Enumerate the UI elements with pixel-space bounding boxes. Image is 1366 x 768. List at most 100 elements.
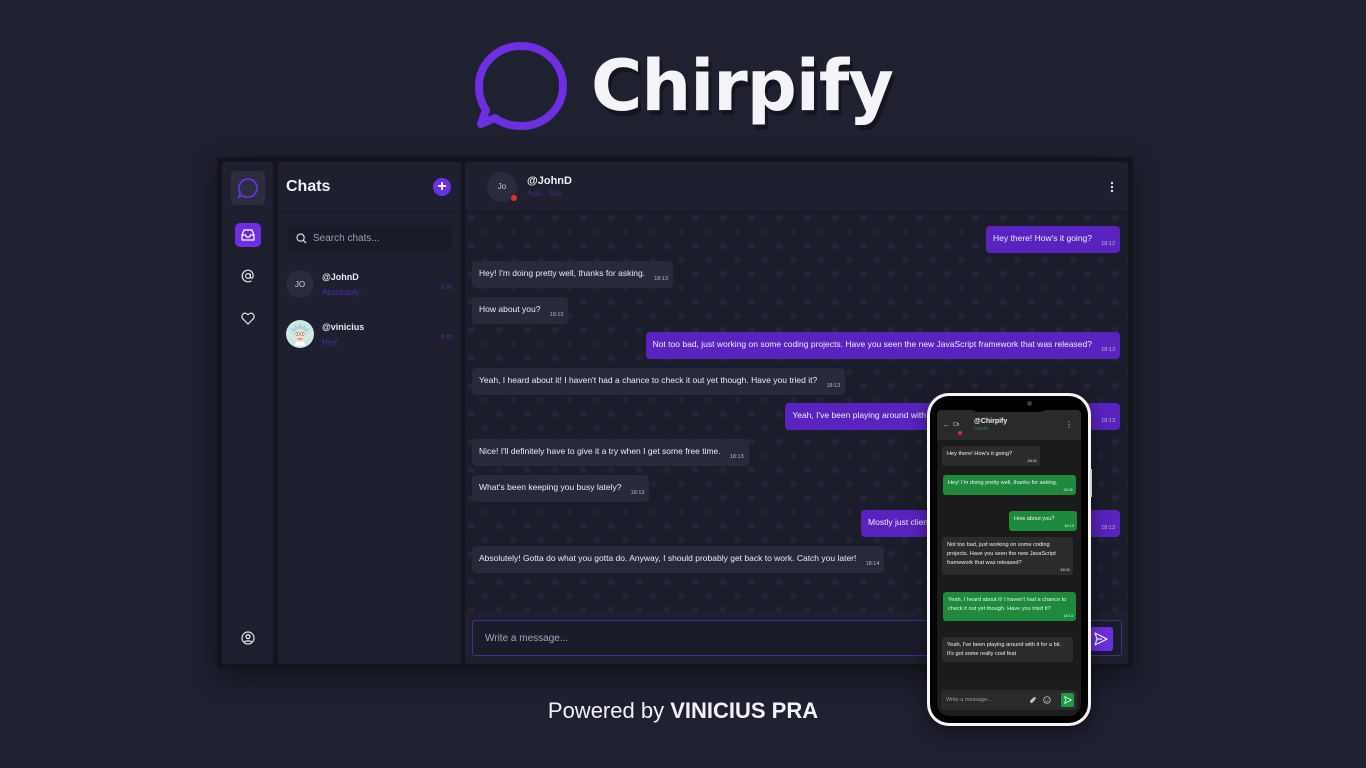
message-time: 18:13	[654, 276, 669, 282]
message-bubble-outgoing: Hey! I'm doing pretty well, thanks for a…	[943, 475, 1076, 495]
status-dot	[958, 430, 962, 435]
chirpify-logo-icon	[475, 42, 568, 130]
message-text: Absolutely! Gotta do what you gotta do. …	[479, 553, 857, 563]
message-time: 18:13	[826, 383, 841, 389]
message-time: 18:13	[1101, 347, 1115, 353]
nav-favorites-button[interactable]	[235, 306, 261, 330]
chat-meta: @vinicius Hey!	[322, 322, 440, 347]
message-bubble-outgoing: Hey there! How's it going? 18:12	[986, 226, 1120, 253]
nav-mentions-button[interactable]	[235, 264, 261, 288]
avatar[interactable]: Ch	[953, 418, 968, 435]
phone-notch	[969, 396, 1049, 412]
avatar	[286, 320, 314, 348]
message-text: Not too bad, just working on some coding…	[947, 542, 1056, 566]
message-bubble-incoming: Absolutely! Gotta do what you gotta do. …	[472, 546, 885, 573]
search-input[interactable]	[313, 232, 443, 244]
message-text: Hey! I'm doing pretty well, thanks for a…	[479, 268, 646, 278]
brand-title: Chirpify	[591, 45, 894, 127]
chat-list-item[interactable]: JO @JohnD Absolutely... 1 m	[286, 264, 452, 304]
at-sign-icon	[241, 269, 254, 283]
message-time: 18:13	[549, 312, 564, 318]
message-text: What's been keeping you busy lately?	[479, 482, 622, 492]
conversation-name: @Chirpify	[974, 418, 1008, 425]
avatar-initials: Jo	[497, 182, 507, 191]
message-text: Hey! I'm doing pretty well, thanks for a…	[948, 480, 1058, 486]
more-options-icon[interactable]: ⋮	[1065, 420, 1073, 429]
message-time: 18:13	[1101, 525, 1115, 531]
chats-title: Chats	[286, 177, 331, 195]
message-time: 18:13	[630, 490, 645, 496]
phone-message-list: Hey there! How's it going? 18:11 Hey! I'…	[937, 440, 1081, 683]
more-options-icon[interactable]	[1110, 181, 1114, 193]
chats-panel: Chats + JO @JohnD Absolutely... 1 m	[278, 162, 461, 664]
nav-rail	[222, 162, 273, 664]
back-arrow-icon[interactable]: ←	[943, 422, 950, 429]
message-bubble-incoming: Hey there! How's it going? 18:11	[942, 446, 1040, 466]
message-time: 18:13	[1101, 418, 1115, 424]
message-text: Yeah, I heard about it! I haven't had a …	[948, 597, 1067, 612]
message-bubble-incoming: How about you? 18:13	[472, 297, 569, 324]
phone-chat-header: ← Ch @Chirpify Lorem ⋮	[937, 410, 1081, 440]
logo-icon	[237, 178, 258, 199]
nav-inbox-button[interactable]	[235, 223, 261, 247]
avatar: JO	[286, 270, 314, 298]
avatar[interactable]: Jo	[487, 171, 517, 202]
chat-list-item[interactable]: @vinicius Hey! 4 m	[286, 314, 452, 354]
message-text: Hey there! How's it going?	[947, 451, 1013, 457]
message-bubble-incoming: What's been keeping you busy lately? 18:…	[472, 475, 650, 502]
chat-preview: Hey!	[322, 337, 339, 347]
phone-screen: ← Ch @Chirpify Lorem ⋮ Hey there! How's …	[937, 410, 1081, 716]
message-bubble-incoming: Not too bad, just working on some coding…	[942, 537, 1073, 575]
new-chat-button[interactable]: +	[433, 177, 451, 196]
phone-mockup: ← Ch @Chirpify Lorem ⋮ Hey there! How's …	[927, 393, 1092, 726]
powered-by-prefix: Powered by	[547, 698, 671, 723]
conversation-status: Acti... Dia	[527, 189, 562, 198]
status-dot	[511, 194, 517, 201]
message-time: 18:13	[729, 454, 744, 460]
conversation-title-block: @JohnD Acti... Dia	[517, 175, 572, 198]
message-bubble-outgoing: Not too bad, just working on some coding…	[645, 332, 1120, 359]
camera-dot	[1027, 401, 1032, 406]
chats-header: Chats +	[278, 162, 461, 212]
message-text: Yeah, I've been playing around with it f…	[947, 642, 1062, 657]
message-bubble-incoming: Yeah, I heard about it! I haven't had a …	[472, 368, 846, 395]
message-bubble-outgoing: How about you? 18:13	[1009, 511, 1077, 531]
send-icon	[1094, 632, 1108, 646]
author-name: VINICIUS PRA	[670, 698, 819, 723]
powered-by-footer: Powered by VINICIUS PRA	[0, 698, 1366, 724]
message-text: Not too bad, just working on some coding…	[652, 339, 1092, 349]
phone-side-button	[1090, 469, 1092, 497]
message-text: Hey there! How's it going?	[993, 233, 1092, 243]
message-bubble-incoming: Yeah, I've been playing around with it f…	[942, 637, 1073, 662]
message-text: How about you?	[1014, 516, 1055, 522]
message-bubble-incoming: Nice! I'll definitely have to give it a …	[472, 439, 749, 466]
chat-name: @JohnD	[322, 271, 359, 282]
message-time: 18:11	[1060, 567, 1070, 572]
message-bubble-outgoing: Yeah, I heard about it! I haven't had a …	[943, 592, 1076, 621]
chat-meta: @JohnD Absolutely...	[322, 272, 440, 297]
nav-profile-button[interactable]	[235, 626, 261, 650]
conversation-status: Lorem	[974, 426, 989, 432]
search-icon	[296, 232, 307, 243]
chat-time: 1 m	[440, 283, 452, 291]
message-time: 18:14	[865, 561, 880, 567]
phone-title-block: @Chirpify Lorem	[968, 418, 1007, 432]
message-bubble-incoming: Hey! I'm doing pretty well, thanks for a…	[472, 261, 674, 288]
message-time: 18:12	[1101, 241, 1115, 247]
inbox-icon	[241, 229, 255, 241]
message-time: 18:13	[1062, 613, 1073, 618]
user-circle-icon	[241, 631, 255, 645]
hero-header: Chirpify	[0, 34, 1366, 138]
chat-name: @vinicius	[322, 321, 365, 332]
search-box	[288, 225, 452, 251]
rail-logo[interactable]	[231, 171, 265, 205]
message-time: 18:11	[1027, 458, 1037, 463]
message-time: 18:11	[1063, 487, 1073, 492]
chat-preview: Absolutely...	[322, 287, 365, 297]
conversation-name: @JohnD	[527, 175, 572, 187]
conversation-header: Jo @JohnD Acti... Dia	[465, 162, 1128, 212]
send-button[interactable]	[1089, 627, 1113, 651]
phone-body: ← Ch @Chirpify Lorem ⋮ Hey there! How's …	[930, 396, 1088, 723]
heart-icon	[241, 312, 255, 325]
chat-time: 4 m	[440, 333, 452, 341]
